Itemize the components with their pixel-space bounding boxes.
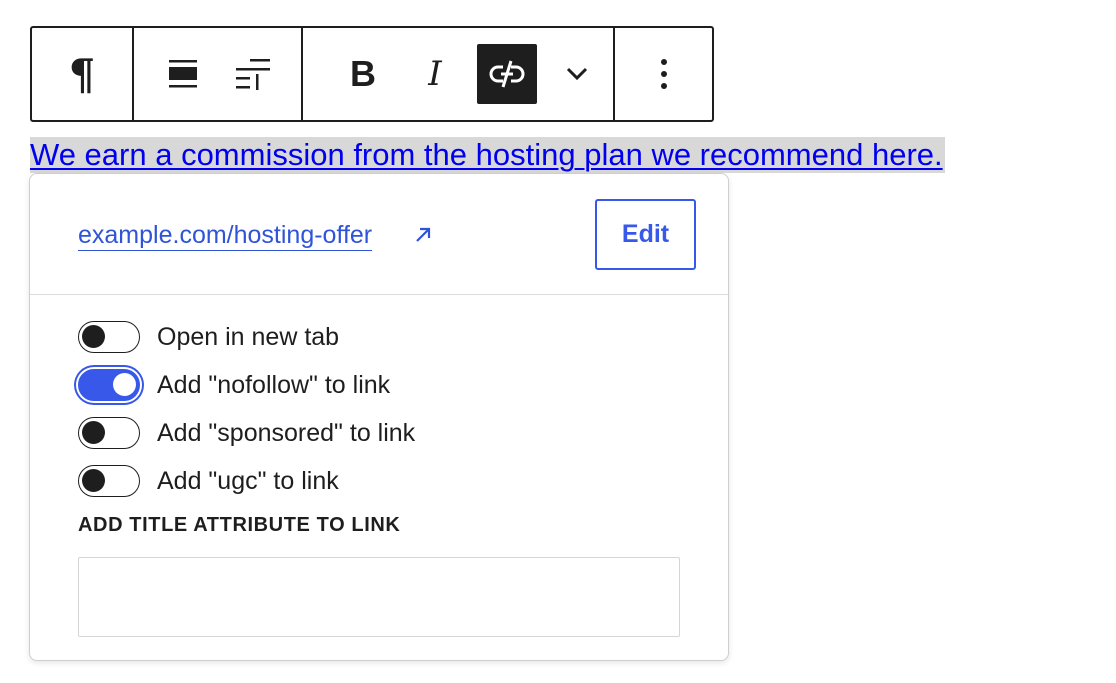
pilcrow-icon: ¶ — [68, 49, 96, 99]
toggle-knob — [82, 325, 105, 348]
italic-button[interactable]: I — [405, 44, 465, 104]
toggle-switch[interactable] — [78, 417, 140, 449]
toggle-knob — [82, 469, 105, 492]
toggle-switch[interactable] — [78, 321, 140, 353]
align-justify-icon — [168, 60, 197, 88]
toggle-ugc[interactable]: Add "ugc" to link — [78, 461, 339, 501]
options-button[interactable] — [644, 44, 684, 104]
toggle-sponsored[interactable]: Add "sponsored" to link — [78, 413, 415, 453]
paragraph-block[interactable]: We earn a commission from the hosting pl… — [30, 137, 945, 173]
alignment-group — [134, 28, 303, 120]
toggle-knob — [113, 373, 136, 396]
edit-link-button[interactable]: Edit — [595, 199, 696, 270]
align-left-icon — [235, 59, 270, 90]
formatting-group: B I — [303, 28, 615, 120]
arrow-up-right-icon — [416, 227, 431, 242]
paragraph-block-button[interactable]: ¶ — [52, 44, 112, 104]
toggle-switch[interactable] — [78, 465, 140, 497]
block-type-group: ¶ — [32, 28, 134, 120]
align-justify-button[interactable] — [159, 44, 207, 104]
toggle-label: Add "nofollow" to link — [157, 370, 391, 399]
unlink-button[interactable] — [477, 44, 537, 104]
chevron-down-icon — [566, 67, 588, 81]
toggle-label: Open in new tab — [157, 322, 340, 351]
title-attribute-label: ADD TITLE ATTRIBUTE TO LINK — [78, 514, 401, 536]
block-toolbar: ¶ B I — [30, 26, 714, 122]
unlink-icon — [489, 60, 525, 88]
toggle-open-new-tab[interactable]: Open in new tab — [78, 317, 339, 357]
toggle-label: Add "ugc" to link — [157, 466, 339, 495]
toggle-knob — [82, 421, 105, 444]
link-url[interactable]: example.com/hosting-offer — [78, 220, 373, 251]
toggle-nofollow[interactable]: Add "nofollow" to link — [78, 365, 390, 405]
more-vertical-icon — [660, 59, 667, 89]
toggle-label: Add "sponsored" to link — [157, 418, 416, 447]
toggle-switch[interactable] — [78, 369, 140, 401]
bold-button[interactable]: B — [333, 44, 393, 104]
title-attribute-input[interactable] — [78, 557, 680, 637]
more-rich-text-button[interactable] — [547, 44, 607, 104]
link-popover: example.com/hosting-offer Edit Open in n… — [29, 173, 729, 661]
options-group — [615, 28, 712, 120]
content-link[interactable]: We earn a commission from the hosting pl… — [30, 137, 943, 172]
align-left-button[interactable] — [229, 44, 277, 104]
link-preview: example.com/hosting-offer Edit — [30, 174, 728, 295]
